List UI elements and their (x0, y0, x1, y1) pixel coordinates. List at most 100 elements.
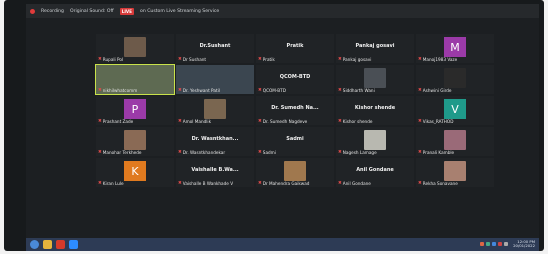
muted-mic-icon: ✖ (418, 88, 422, 93)
tray-icon[interactable] (480, 242, 485, 246)
participant-name: Dr Mahendra Gaikwad (262, 181, 310, 186)
participant-grid: ✖ Rupali Pol Dr.Sushant ✖ Dr Sushant Pratik ✖ P… (95, 34, 496, 220)
participant-name: Ashwini Girde (422, 88, 452, 93)
muted-mic-icon: ✖ (98, 57, 102, 62)
monitor-frame: Recording Original Sound: Off LIVE on Cu… (4, 0, 544, 251)
participant-name-label: ✖ Ashwini Girde (418, 88, 452, 93)
muted-mic-icon: ✖ (258, 150, 262, 155)
participant-tile[interactable]: V ✖ Vikas_RATHOD (416, 96, 494, 125)
participant-name-label: ✖ Pankaj gosavi (338, 57, 371, 62)
stream-service-label[interactable]: on Custom Live Streaming Service (140, 9, 219, 14)
participant-tile[interactable]: ✖ Rupali Pol (96, 34, 174, 63)
taskbar-clock[interactable]: 12:00 PM 20/01/2022 (513, 240, 535, 248)
zoom-app-icon[interactable] (69, 240, 78, 249)
participant-name: Dr Sushant (182, 57, 207, 62)
original-sound-toggle[interactable]: Original Sound: Off (70, 9, 114, 14)
live-badge[interactable]: LIVE (119, 7, 135, 15)
participant-name: Rupali Pol (102, 57, 124, 62)
clock-date: 20/01/2022 (513, 243, 535, 248)
participant-name-label: ✖ Anil Gondane (338, 181, 371, 186)
muted-mic-icon: ✖ (178, 119, 182, 124)
participant-tile[interactable]: QCOM-BTD ✖ QCOM-BTD (256, 65, 334, 94)
recording-label[interactable]: Recording (41, 9, 64, 14)
participant-name: Vikas_RATHOD (422, 119, 454, 124)
profile-photo (204, 99, 226, 119)
muted-mic-icon: ✖ (338, 119, 342, 124)
muted-mic-icon: ✖ (258, 57, 262, 62)
folder-icon[interactable] (43, 240, 52, 249)
participant-tile[interactable]: Dr.Sushant ✖ Dr Sushant (176, 34, 254, 63)
system-tray: 12:00 PM 20/01/2022 (480, 240, 535, 248)
participant-tile[interactable]: ✖ nikhilwhatcomm (95, 64, 175, 95)
profile-photo (364, 130, 386, 150)
participant-name-label: ✖ Siddharth Wani (338, 88, 375, 93)
participant-tile[interactable]: Dr. Wasntkhan... ✖ Dr. Wasntkhandekar (176, 127, 254, 156)
tray-icon[interactable] (486, 242, 491, 246)
participant-name-label: ✖ Manohar Terkhede (98, 150, 141, 155)
participant-name-label: ✖ nikhilwhatcomm (98, 88, 137, 93)
muted-mic-icon: ✖ (418, 57, 422, 62)
participant-tile[interactable]: K ✖ Kiran Lule (96, 158, 174, 187)
participant-tile[interactable]: M ✖ Manoj1983 Vaze (416, 34, 494, 63)
participant-name: Anil Gondane (342, 181, 371, 186)
participant-name-label: ✖ Kishor shende (338, 119, 372, 124)
participant-tile[interactable]: Pratik ✖ Pratik (256, 34, 334, 63)
participant-name: Manohar Terkhede (102, 150, 142, 155)
participant-name-label: ✖ Vaishalle B Wankhade V (178, 181, 233, 186)
muted-mic-icon: ✖ (98, 119, 102, 124)
muted-mic-icon: ✖ (178, 88, 182, 93)
participant-name-label: ✖ Dr. Wasntkhandekar (178, 150, 225, 155)
participant-name: Dr. Wasntkhandekar (182, 150, 226, 155)
participant-name: Prashant Zade (102, 119, 134, 124)
profile-photo (284, 161, 306, 181)
participant-name: Manoj1983 Vaze (422, 57, 458, 62)
participant-tile[interactable]: Dr. Sumedh Na... ✖ Dr. Sumedh Nagdeve (256, 96, 334, 125)
participant-tile[interactable]: Anil Gondane ✖ Anil Gondane (336, 158, 414, 187)
participant-tile[interactable]: ✖ Manohar Terkhede (96, 127, 174, 156)
recording-icon (30, 8, 35, 14)
tray-icon[interactable] (492, 242, 497, 246)
participant-name: Pranali Kamble (422, 150, 455, 155)
participant-name-label: ✖ Dr Mahendra Gaikwad (258, 181, 309, 186)
avatar: M (444, 37, 466, 57)
participant-tile[interactable]: ✖ Dr Mahendra Gaikwad (256, 158, 334, 187)
windows-taskbar: 12:00 PM 20/01/2022 (26, 238, 539, 251)
participant-tile[interactable]: ✖ Ashwini Girde (416, 65, 494, 94)
participant-display-name: Anil Gondane (356, 167, 394, 173)
participant-tile[interactable]: ✖ Dr. Yeshwant Patil (176, 65, 254, 94)
participant-tile[interactable]: ✖ Amol Mandlik (176, 96, 254, 125)
participant-name-label: ✖ QCOM-BTD (258, 88, 286, 93)
profile-photo (444, 161, 466, 181)
participant-name-label: ✖ Amol Mandlik (178, 119, 211, 124)
start-button-icon[interactable] (30, 240, 39, 249)
avatar: K (124, 161, 146, 181)
avatar: P (124, 99, 146, 119)
participant-name-label: ✖ Prashant Zade (98, 119, 133, 124)
participant-name: Nagesh Lamage (342, 150, 377, 155)
participant-tile[interactable]: P ✖ Prashant Zade (96, 96, 174, 125)
participant-display-name: Dr.Sushant (199, 43, 231, 49)
meeting-topbar: Recording Original Sound: Off LIVE on Cu… (26, 4, 539, 18)
muted-mic-icon: ✖ (418, 119, 422, 124)
participant-name: Amol Mandlik (182, 119, 212, 124)
participant-tile[interactable]: Pankaj gosavi ✖ Pankaj gosavi (336, 34, 414, 63)
muted-mic-icon: ✖ (178, 57, 182, 62)
tray-icon[interactable] (498, 242, 503, 246)
participant-tile[interactable]: Sadmi ✖ Sadmi (256, 127, 334, 156)
participant-tile[interactable]: Vaishalle B.Wa... ✖ Vaishalle B Wankhade V (176, 158, 254, 187)
participant-name-label: ✖ Nagesh Lamage (338, 150, 377, 155)
participant-tile[interactable]: Kishor shende ✖ Kishor shende (336, 96, 414, 125)
participant-display-name: Vaishalle B.Wa... (191, 167, 239, 173)
participant-tile[interactable]: ✖ Rekha Sonavane (416, 158, 494, 187)
participant-tile[interactable]: ✖ Nagesh Lamage (336, 127, 414, 156)
browser-icon[interactable] (56, 240, 65, 249)
participant-name-label: ✖ Dr. Sumedh Nagdeve (258, 119, 307, 124)
muted-mic-icon: ✖ (178, 150, 182, 155)
participant-name: Dr. Sumedh Nagdeve (262, 119, 308, 124)
muted-mic-icon: ✖ (98, 88, 102, 93)
participant-tile[interactable]: ✖ Siddharth Wani (336, 65, 414, 94)
participant-name: Siddharth Wani (342, 88, 375, 93)
profile-photo (444, 68, 466, 88)
tray-icon[interactable] (504, 242, 509, 246)
participant-tile[interactable]: ✖ Pranali Kamble (416, 127, 494, 156)
